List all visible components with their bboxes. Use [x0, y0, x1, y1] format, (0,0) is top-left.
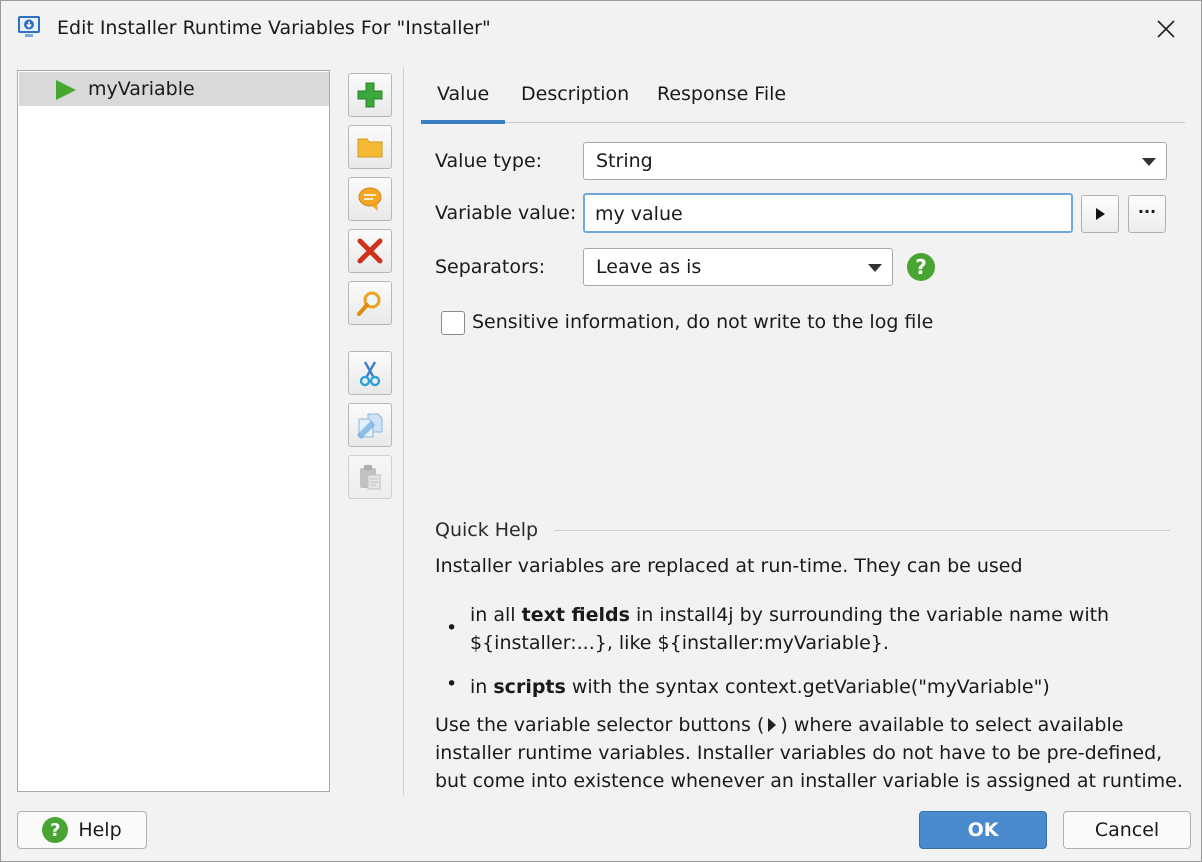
cut-button[interactable]	[348, 351, 392, 395]
quick-help-title: Quick Help	[435, 519, 539, 541]
quick-help-divider	[554, 530, 1170, 531]
variable-name: myVariable	[88, 78, 195, 100]
bullet-1: •	[446, 617, 458, 639]
separators-label: Separators:	[435, 256, 546, 278]
dialog-window: Edit Installer Runtime Variables For "In…	[0, 0, 1202, 862]
window-title: Edit Installer Runtime Variables For "In…	[57, 17, 491, 39]
outro1-post: ) where available to select available	[780, 714, 1124, 736]
bullet1-pre: in all	[470, 604, 522, 626]
paste-icon	[360, 465, 381, 490]
add-variable-button[interactable]	[348, 73, 392, 117]
value-type-selected: String	[596, 150, 653, 172]
bullet-2: •	[446, 673, 458, 695]
quick-help-bullet-2: in scripts with the syntax context.getVa…	[470, 673, 1050, 701]
comment-icon	[358, 187, 382, 211]
tab-response-file[interactable]: Response File	[657, 83, 786, 105]
variable-play-icon	[55, 79, 77, 106]
quick-help-bullet-1: in all text fields in install4j by surro…	[470, 601, 1109, 657]
outro2: installer runtime variables. Installer v…	[435, 742, 1163, 764]
delete-icon	[357, 238, 383, 264]
active-tab-indicator	[421, 120, 505, 124]
more-options-button[interactable]: ···	[1128, 195, 1166, 233]
cut-icon	[359, 361, 381, 387]
cancel-button[interactable]: Cancel	[1063, 811, 1191, 849]
tab-value[interactable]: Value	[437, 83, 489, 105]
add-comment-button[interactable]	[348, 177, 392, 221]
copy-button[interactable]	[348, 403, 392, 447]
outro1-pre: Use the variable selector buttons (	[435, 714, 765, 736]
sensitive-info-label: Sensitive information, do not write to t…	[472, 311, 934, 333]
quick-help-outro: Use the variable selector buttons ( ) whe…	[435, 711, 1183, 795]
outro3: but come into existence whenever an inst…	[435, 770, 1183, 792]
installer-app-icon	[17, 15, 41, 39]
search-button[interactable]	[348, 281, 392, 325]
triangle-right-icon	[1096, 208, 1105, 220]
help-button[interactable]: ? Help	[17, 811, 147, 849]
title-bar: Edit Installer Runtime Variables For "In…	[1, 1, 1201, 57]
triangle-right-icon	[768, 718, 777, 732]
bullet2-pre: in	[470, 676, 494, 698]
bullet1-post: in install4j by surrounding the variable…	[629, 604, 1110, 626]
value-type-select[interactable]: String	[583, 142, 1167, 180]
search-icon	[357, 291, 381, 316]
separators-selected: Leave as is	[596, 256, 702, 278]
copy-icon	[356, 413, 383, 439]
variable-value-field-wrapper	[583, 193, 1073, 233]
separators-select[interactable]: Leave as is	[583, 248, 893, 286]
chevron-down-icon	[868, 264, 882, 272]
variable-selector-button[interactable]	[1081, 195, 1119, 233]
separators-help-icon[interactable]: ?	[907, 253, 935, 281]
tab-description[interactable]: Description	[521, 83, 629, 105]
add-folder-button[interactable]	[348, 125, 392, 169]
add-icon	[357, 82, 383, 108]
delete-button[interactable]	[348, 229, 392, 273]
help-icon: ?	[42, 817, 69, 843]
ok-button[interactable]: OK	[919, 811, 1047, 849]
close-button[interactable]	[1141, 11, 1191, 47]
bullet1-line2: ${installer:...}, like ${installer:myVar…	[470, 632, 889, 654]
paste-button[interactable]	[348, 455, 392, 499]
folder-icon	[357, 138, 383, 158]
help-button-label: Help	[78, 819, 122, 841]
panel-divider	[403, 67, 404, 795]
close-icon	[1157, 20, 1175, 38]
bullet1-bold: text fields	[521, 604, 630, 626]
list-item-myvariable[interactable]: myVariable	[19, 72, 329, 106]
tab-strip-line	[421, 122, 1185, 123]
variable-value-label: Variable value:	[435, 202, 577, 224]
variable-list[interactable]: myVariable	[17, 70, 330, 792]
quick-help-intro: Installer variables are replaced at run-…	[435, 555, 1023, 577]
value-type-label: Value type:	[435, 150, 543, 172]
bullet2-bold: scripts	[493, 676, 566, 698]
sensitive-info-checkbox[interactable]	[441, 311, 465, 335]
variable-value-input[interactable]	[595, 201, 1055, 227]
bullet2-post: with the syntax context.getVariable("myV…	[565, 676, 1050, 698]
chevron-down-icon	[1142, 158, 1156, 166]
